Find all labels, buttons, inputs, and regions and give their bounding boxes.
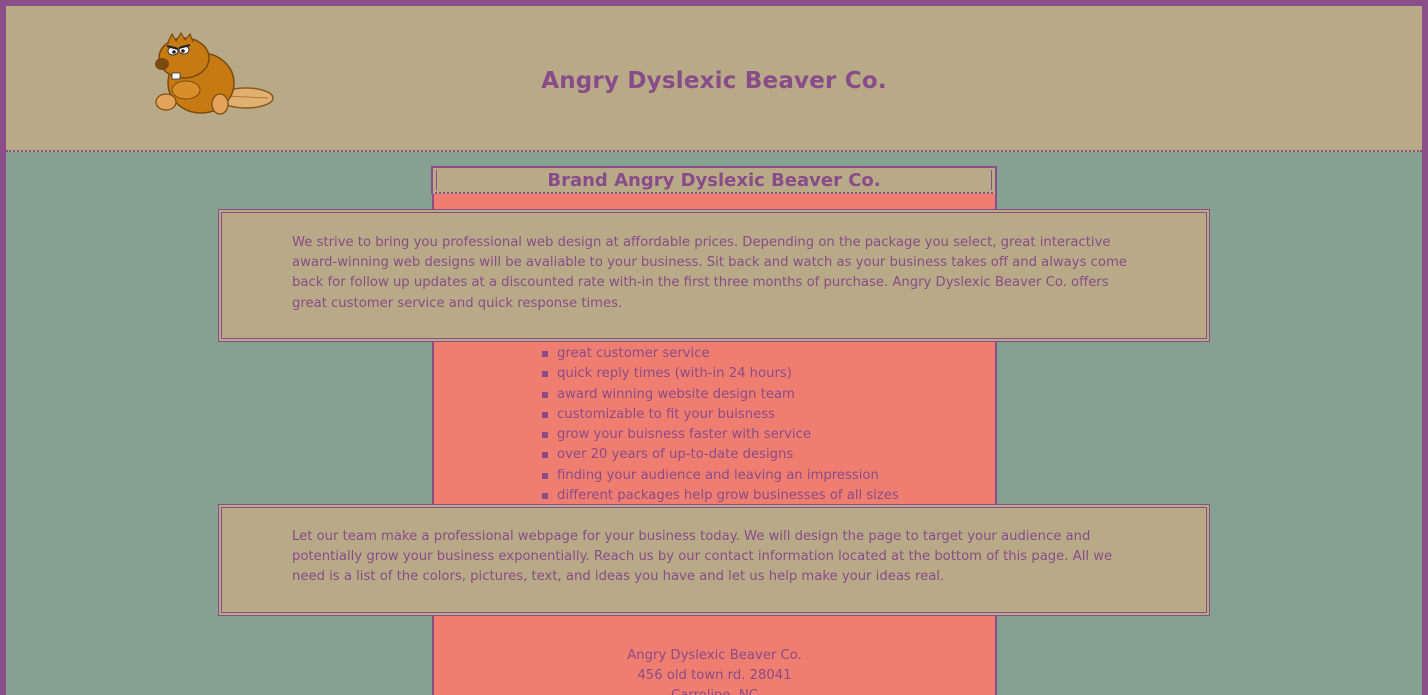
list-item: quick reply times (with-in 24 hours) (540, 364, 899, 384)
contact-name: Angry Dyslexic Beaver Co. (627, 648, 802, 663)
intro-text: We strive to bring you professional web … (292, 235, 1127, 311)
cta-text: Let our team make a professional webpage… (292, 529, 1113, 585)
site-title: Angry Dyslexic Beaver Co. (541, 68, 887, 94)
list-item: great customer service (540, 344, 899, 364)
intro-box: We strive to bring you professional web … (218, 209, 1210, 342)
contact-city: Carroline, NC (434, 686, 995, 695)
list-item: customizable to fit your buisness (540, 405, 899, 425)
contact-address: 456 old town rd. 28041 (637, 668, 792, 684)
list-item: finding your audience and leaving an imp… (540, 466, 899, 486)
list-item: award winning website design team (540, 385, 899, 405)
site-header: Angry Dyslexic Beaver Co. (6, 6, 1422, 152)
brand-box-inner-border (436, 170, 992, 190)
cta-box: Let our team make a professional webpage… (218, 504, 1210, 616)
features-list: great customer service quick reply times… (540, 344, 899, 506)
list-item: over 20 years of up-to-date designs (540, 445, 899, 465)
brand-heading-box: Brand Angry Dyslexic Beaver Co. (431, 166, 997, 194)
list-item: grow your buisness faster with service (540, 425, 899, 445)
contact-info: Angry Dyslexic Beaver Co. 456 old town r… (434, 646, 995, 695)
